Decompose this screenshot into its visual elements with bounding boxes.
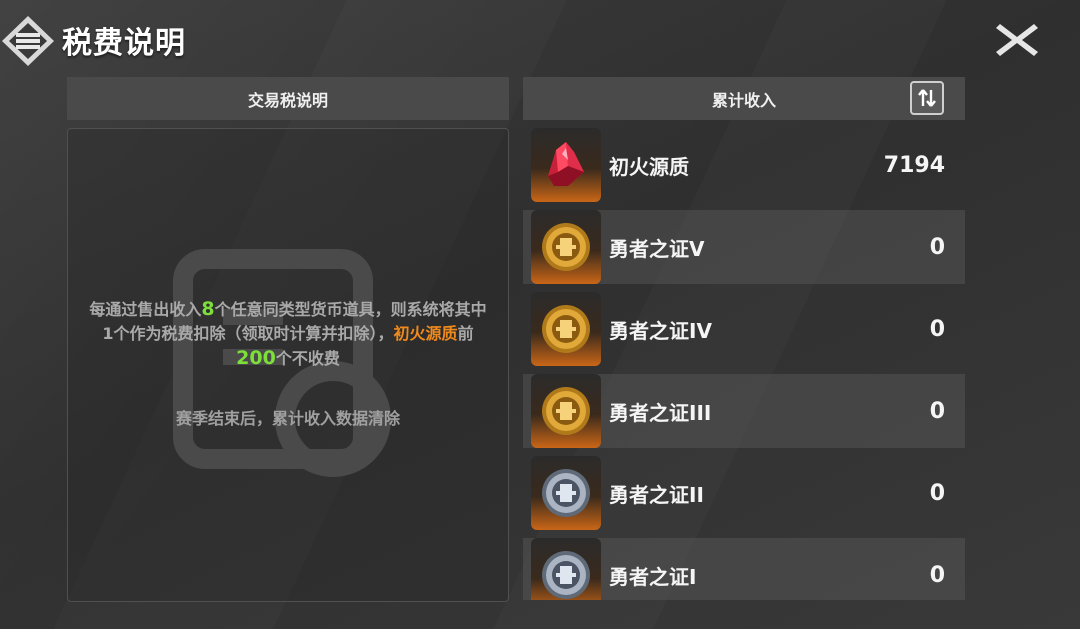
red-crystal-icon — [548, 142, 584, 186]
list-item[interactable]: 勇者之证II 0 — [523, 456, 965, 530]
item-count: 0 — [929, 316, 945, 342]
sort-button[interactable] — [910, 81, 944, 115]
gold-medal-icon — [542, 305, 590, 353]
item-icon-box — [531, 538, 601, 600]
item-name: 勇者之证I — [609, 564, 697, 589]
list-item[interactable]: 勇者之证III 0 — [523, 374, 965, 448]
item-count: 7194 — [883, 152, 945, 178]
item-icon-box — [531, 292, 601, 366]
tax-description: 每通过售出收入8个任意同类型货币道具，则系统将其中1个作为税费扣除（领取时计算并… — [86, 297, 490, 371]
list-item[interactable]: 勇者之证IV 0 — [523, 292, 965, 366]
gold-medal-icon — [542, 223, 590, 271]
desc-text: 前 — [457, 324, 474, 343]
item-name: 勇者之证III — [609, 400, 712, 425]
silver-medal-icon — [542, 551, 590, 599]
tax-explanation-header: 交易税说明 — [67, 77, 509, 120]
cumulative-income-header: 累计收入 — [523, 77, 965, 120]
desc-text: 个不收费 — [275, 349, 340, 368]
income-list[interactable]: 初火源质 7194 勇者之证V 0 勇者之证IV 0 勇者之证III 0 勇者之… — [523, 128, 965, 600]
item-count: 0 — [929, 562, 945, 588]
tax-explanation-panel: 每通过售出收入8个任意同类型货币道具，则系统将其中1个作为税费扣除（领取时计算并… — [67, 128, 509, 602]
list-item[interactable]: 初火源质 7194 — [523, 128, 965, 202]
desc-number-highlight: 200 — [236, 347, 276, 369]
item-count: 0 — [929, 480, 945, 506]
item-count: 0 — [929, 398, 945, 424]
desc-number-highlight: 8 — [201, 298, 215, 320]
item-icon-box — [531, 374, 601, 448]
desc-text: 每通过售出收入 — [89, 300, 202, 319]
desc-item-highlight: 初火源质 — [393, 324, 458, 343]
item-name: 勇者之证II — [609, 482, 704, 507]
item-name: 初火源质 — [609, 154, 689, 179]
close-icon[interactable] — [994, 20, 1040, 60]
item-icon-box — [531, 210, 601, 284]
item-count: 0 — [929, 234, 945, 260]
sort-arrows-icon — [918, 89, 936, 107]
season-reset-note: 赛季结束后，累计收入数据清除 — [175, 409, 400, 428]
silver-medal-icon — [542, 469, 590, 517]
page-title: 税费说明 — [62, 26, 186, 61]
gold-medal-icon — [542, 387, 590, 435]
item-icon-box — [531, 456, 601, 530]
list-item[interactable]: 勇者之证V 0 — [523, 210, 965, 284]
game-logo-icon — [2, 16, 54, 66]
item-name: 勇者之证V — [609, 236, 705, 261]
item-name: 勇者之证IV — [609, 318, 712, 343]
item-icon-box — [531, 128, 601, 202]
list-item[interactable]: 勇者之证I 0 — [523, 538, 965, 600]
